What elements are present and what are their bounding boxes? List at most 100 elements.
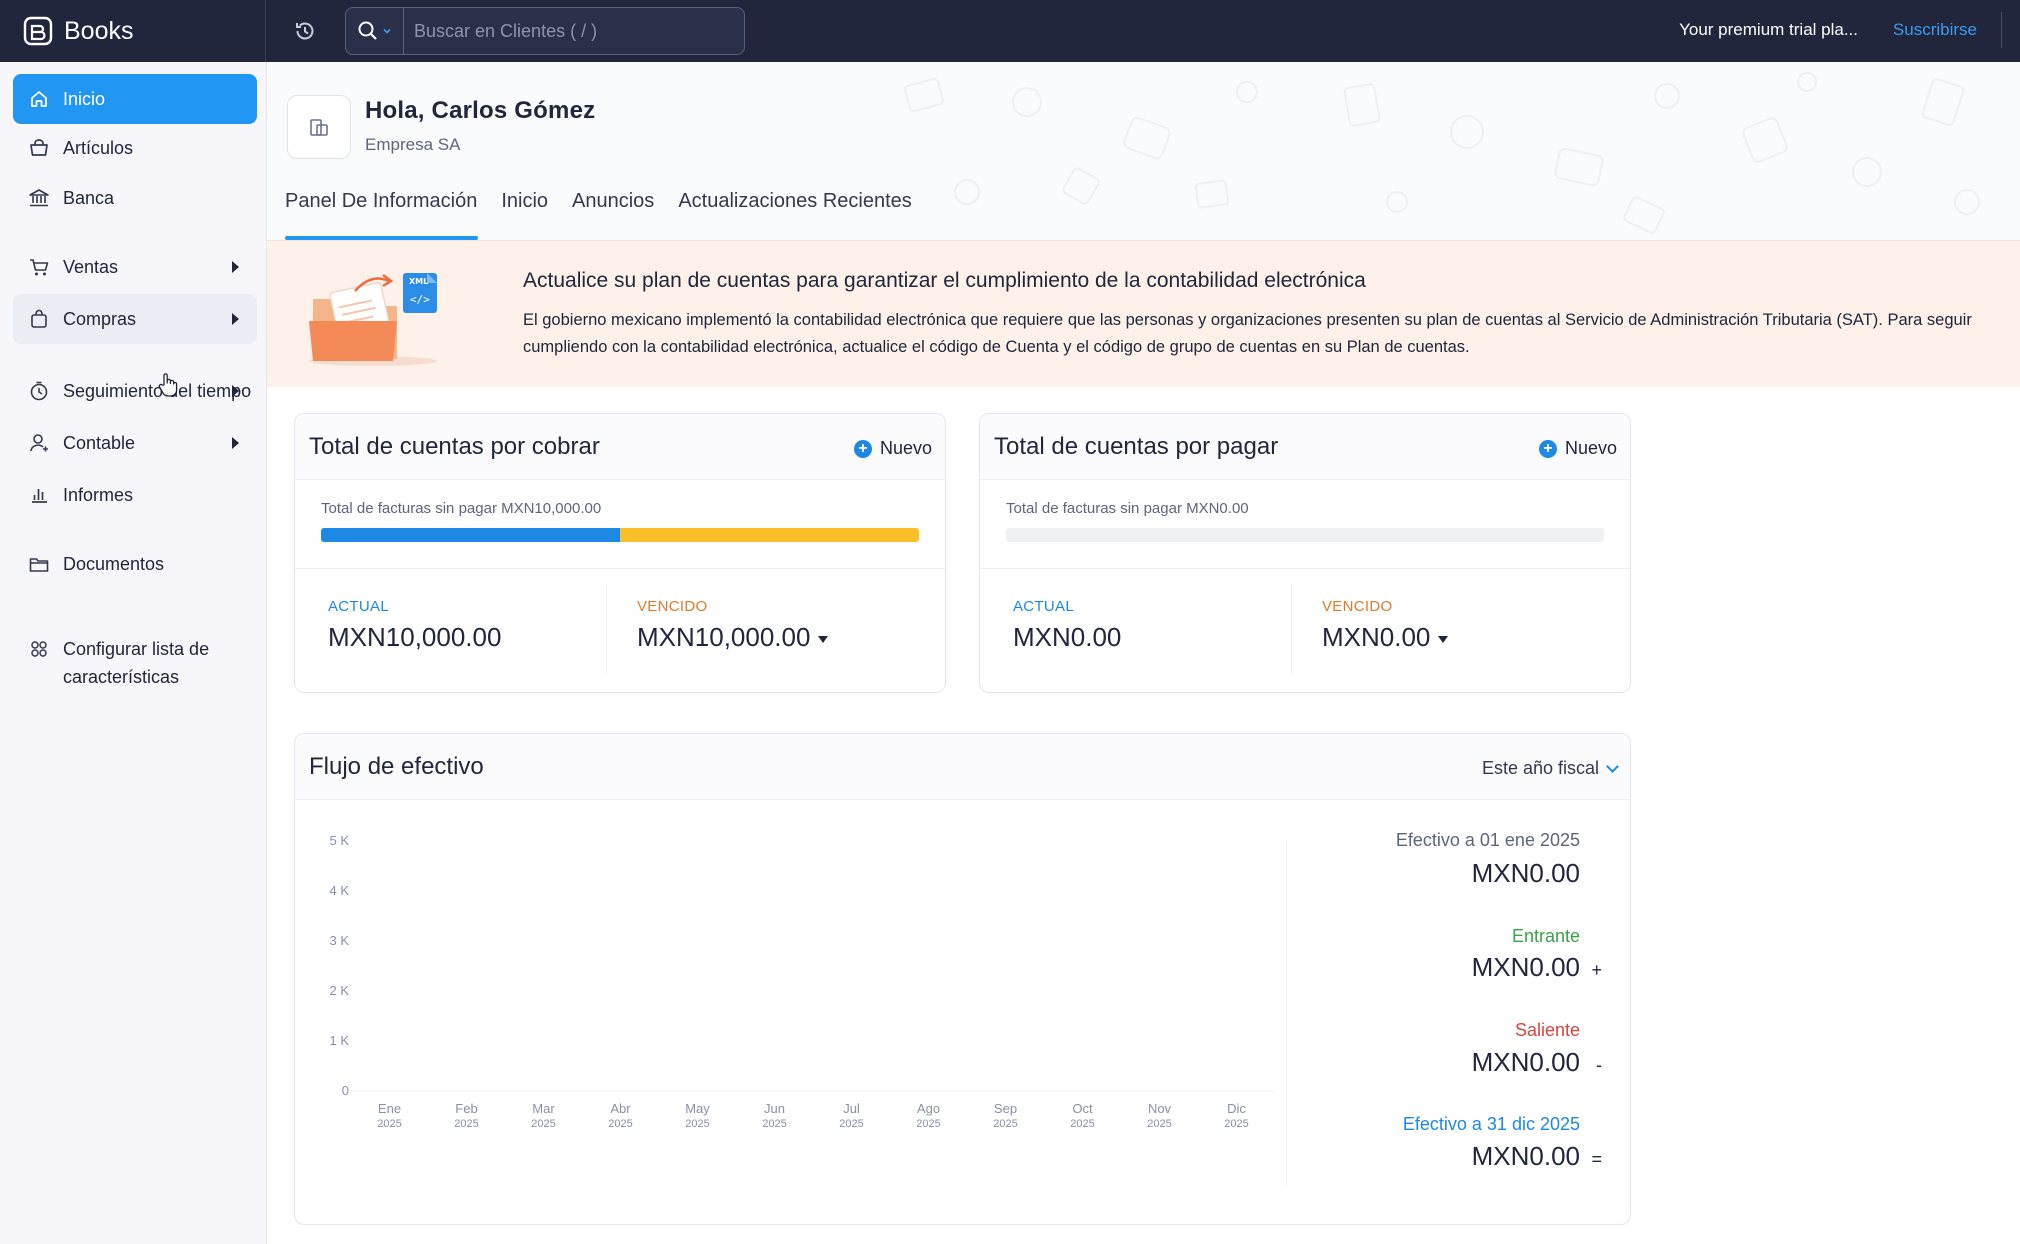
closing-balance-value: MXN0.00 — [1471, 1141, 1580, 1171]
history-icon — [296, 22, 314, 40]
search-input[interactable] — [404, 20, 744, 42]
x-tick-month: Ene — [378, 1101, 401, 1116]
equals-operator: = — [1591, 1149, 1602, 1169]
top-bar: Books Your premium trial pla... Suscribi… — [0, 0, 2020, 62]
sidebar-item-label: Artículos — [63, 137, 134, 158]
x-tick-year: 2025 — [1224, 1118, 1248, 1130]
incoming-value: MXN0.00 — [1471, 952, 1580, 982]
outgoing-value: MXN0.00 — [1471, 1047, 1580, 1077]
caret-right-icon — [232, 313, 239, 325]
sidebar-item-seguimiento[interactable]: Seguimiento del tiempo — [13, 366, 257, 416]
current-amount[interactable]: MXN0.00 — [1013, 622, 1121, 653]
y-tick-label: 2 K — [329, 983, 349, 998]
sidebar-item-label: Configurar lista de características — [63, 639, 210, 687]
x-tick-year: 2025 — [993, 1118, 1017, 1130]
x-tick-year: 2025 — [377, 1118, 401, 1130]
divider — [1291, 584, 1292, 674]
sidebar-item-informes[interactable]: Informes — [13, 470, 257, 520]
x-tick-month: Jun — [764, 1101, 785, 1116]
caret-down-icon — [818, 635, 829, 643]
sidebar-item-label: Compras — [63, 308, 137, 329]
sidebar-item-compras[interactable]: Compras — [13, 294, 257, 344]
unpaid-invoices-total: Total de facturas sin pagar MXN10,000.00 — [321, 500, 602, 517]
home-icon — [27, 87, 51, 111]
receivables-card: Total de cuentas por cobrar + Nuevo Tota… — [294, 413, 946, 693]
payables-progress-bar[interactable] — [1006, 528, 1604, 542]
cash-flow-chart[interactable]: 0 1 K 2 K 3 K 4 K 5 K Ene 2025 Feb 2025 Mar 2025 Abr… — [295, 800, 1285, 1220]
x-tick-year: 2025 — [762, 1118, 786, 1130]
sidebar-item-banca[interactable]: Banca — [13, 173, 257, 223]
organization-name: Empresa SA — [365, 135, 461, 154]
overdue-amount-dropdown[interactable]: MXN0.00 — [1322, 622, 1449, 653]
clock-icon — [27, 379, 51, 403]
sidebar-item-ventas[interactable]: Ventas — [13, 242, 257, 292]
sidebar-item-label: Banca — [63, 187, 115, 208]
tab-anuncios[interactable]: Anuncios — [572, 190, 654, 240]
divider — [1286, 840, 1287, 1186]
subscribe-link[interactable]: Suscribirse — [1893, 20, 1977, 40]
x-tick-month: Jul — [843, 1101, 860, 1116]
card-title: Total de cuentas por cobrar — [309, 433, 600, 460]
new-payable-button[interactable]: + Nuevo — [1538, 438, 1617, 459]
y-tick-label: 1 K — [329, 1033, 349, 1048]
tab-inicio[interactable]: Inicio — [501, 190, 548, 240]
receivables-progress-bar[interactable] — [321, 528, 919, 542]
new-receivable-button[interactable]: + Nuevo — [853, 438, 932, 459]
sidebar-item-label: Contable — [63, 432, 136, 453]
search-box[interactable] — [345, 7, 745, 55]
x-tick-year: 2025 — [1070, 1118, 1094, 1130]
x-tick-year: 2025 — [454, 1118, 478, 1130]
period-dropdown[interactable]: Este año fiscal — [1482, 758, 1619, 779]
current-amount[interactable]: MXN10,000.00 — [328, 622, 501, 653]
topbar-divider — [2001, 12, 2002, 48]
sidebar-item-label: Inicio — [63, 88, 106, 109]
sidebar-item-label: Ventas — [63, 256, 119, 277]
features-icon — [27, 637, 51, 661]
current-label: ACTUAL — [328, 598, 389, 615]
unpaid-bills-total: Total de facturas sin pagar MXN0.00 — [1006, 500, 1249, 517]
opening-balance-label: Efectivo a 01 ene 2025 — [1395, 830, 1580, 850]
sidebar-item-articulos[interactable]: Artículos — [13, 123, 257, 173]
brand[interactable]: Books — [0, 0, 266, 62]
sidebar-item-configurar[interactable]: Configurar lista de características — [13, 628, 257, 688]
sidebar-item-label: Documentos — [63, 553, 165, 574]
search-scope-dropdown[interactable] — [346, 8, 404, 54]
x-tick-month: Sep — [994, 1101, 1017, 1116]
closing-balance-label: Efectivo a 31 dic 2025 — [1402, 1114, 1580, 1134]
org-logo-placeholder[interactable] — [287, 95, 351, 159]
overdue-label: VENCIDO — [1322, 598, 1393, 615]
sidebar-item-contable[interactable]: Contable — [13, 418, 257, 468]
caret-down-icon — [1438, 635, 1449, 643]
tab-panel-de-informacion[interactable]: Panel De Información — [285, 190, 479, 240]
new-label: Nuevo — [1564, 438, 1617, 458]
incoming-label: Entrante — [1511, 926, 1580, 946]
dashboard-tabs: Panel De Información Inicio Anuncios Act… — [285, 190, 936, 240]
overdue-bar-segment — [620, 528, 919, 542]
opening-balance-value: MXN0.00 — [1471, 858, 1580, 888]
recent-activity-button[interactable] — [290, 16, 320, 46]
xml-label: XML — [409, 277, 428, 286]
trial-status-text[interactable]: Your premium trial pla... — [1679, 20, 1858, 40]
card-header: Flujo de efectivo Este año fiscal — [295, 734, 1630, 800]
y-tick-label: 0 — [342, 1083, 349, 1098]
x-tick-month: Nov — [1148, 1101, 1172, 1116]
y-tick-label: 3 K — [329, 933, 349, 948]
sidebar-item-documentos[interactable]: Documentos — [13, 539, 257, 589]
cash-flow-card: Flujo de efectivo Este año fiscal 0 1 K 2 … — [294, 733, 1631, 1225]
cart-icon — [27, 255, 51, 279]
tab-actualizaciones-recientes[interactable]: Actualizaciones Recientes — [678, 190, 911, 240]
x-tick-year: 2025 — [1147, 1118, 1171, 1130]
caret-right-icon — [232, 261, 239, 273]
books-logo-icon — [23, 16, 53, 46]
hand-cursor-icon — [158, 373, 178, 397]
card-header: Total de cuentas por cobrar + Nuevo — [295, 414, 945, 480]
caret-right-icon — [232, 385, 239, 397]
x-tick-month: Dic — [1227, 1101, 1246, 1116]
divider — [295, 568, 945, 569]
x-tick-year: 2025 — [685, 1118, 709, 1130]
bag-icon — [27, 307, 51, 331]
overdue-amount-dropdown[interactable]: MXN10,000.00 — [637, 622, 829, 653]
caret-right-icon — [232, 437, 239, 449]
card-title: Total de cuentas por pagar — [994, 433, 1279, 460]
sidebar-item-inicio[interactable]: Inicio — [13, 74, 257, 124]
